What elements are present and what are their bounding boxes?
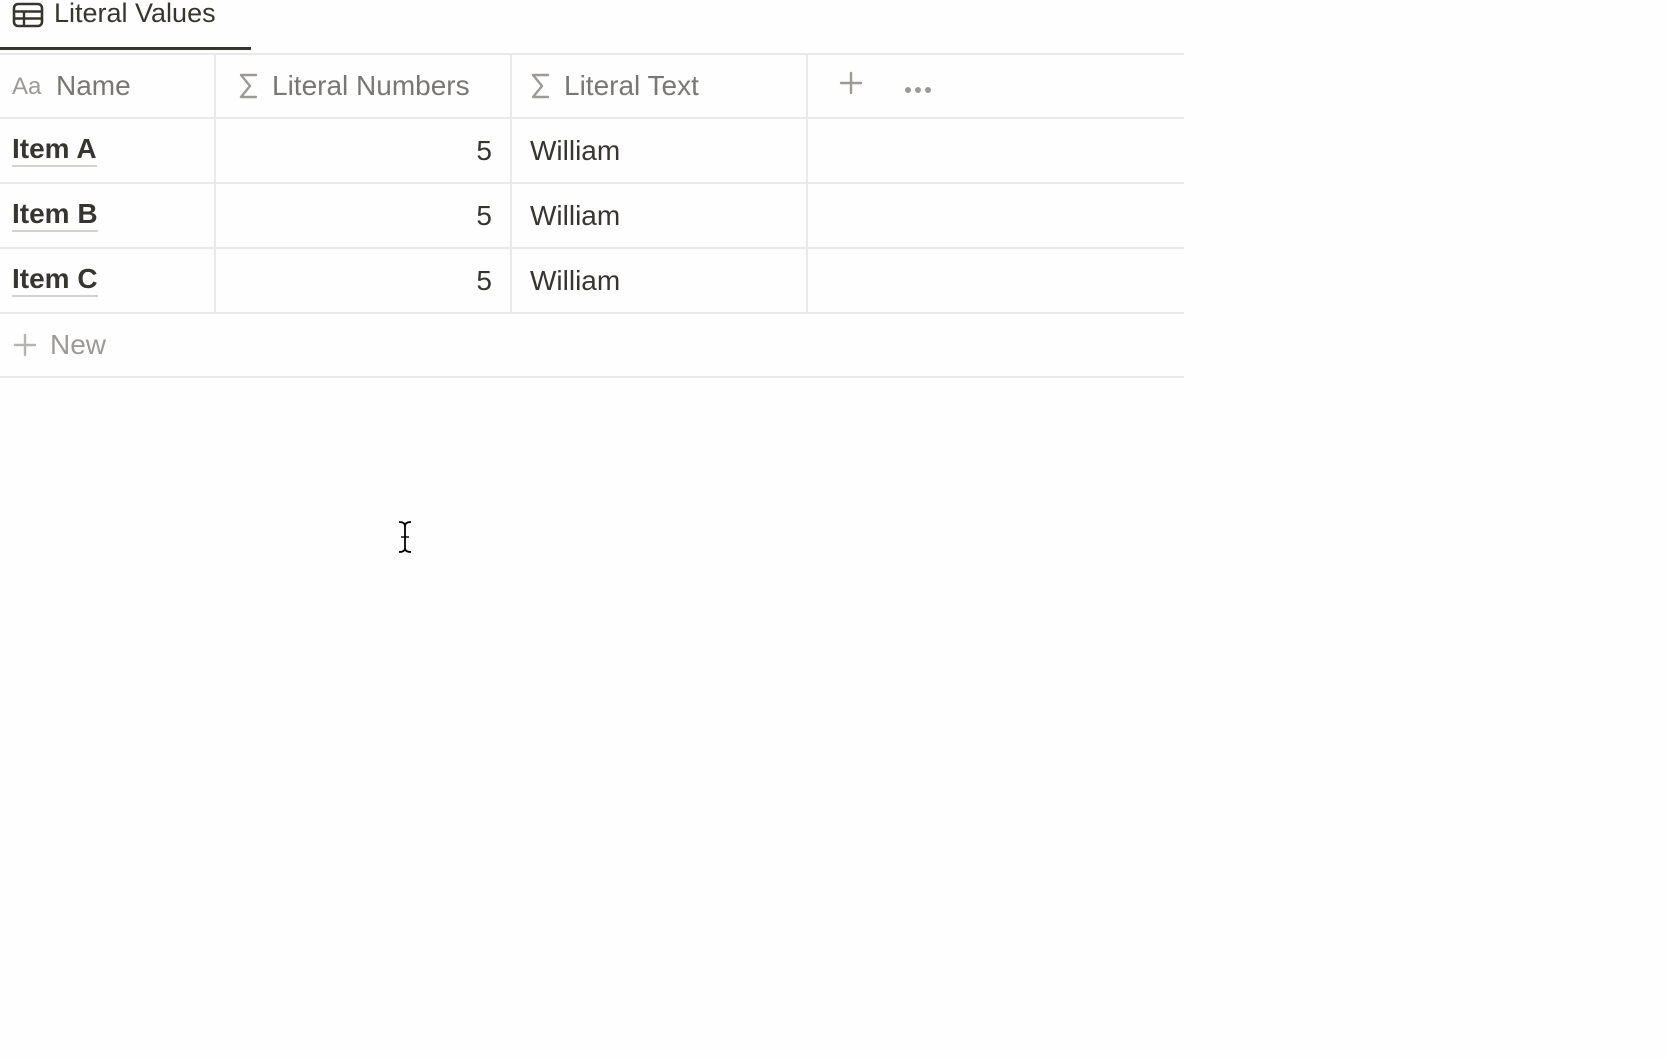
literal-text-cell[interactable]: William (512, 119, 808, 182)
literal-text-value: William (530, 134, 621, 166)
column-header-name[interactable]: Aa Name (0, 55, 216, 117)
view-tab-literal-values[interactable]: Literal Values (0, 0, 251, 50)
new-row-label: New (50, 329, 107, 360)
literal-numbers-cell[interactable]: 5 (216, 249, 512, 312)
name-cell[interactable]: Item B (0, 184, 216, 247)
column-header-label: Name (56, 70, 131, 101)
table-row[interactable]: Item A 5 William (0, 119, 1184, 184)
ellipsis-icon[interactable] (904, 70, 932, 102)
literal-number-value: 5 (476, 134, 492, 166)
literal-text-cell[interactable]: William (512, 249, 808, 312)
row-name[interactable]: Item A (12, 133, 97, 167)
text-cursor-icon (396, 520, 414, 559)
sigma-formula-icon (530, 72, 552, 100)
literal-number-value: 5 (476, 264, 492, 296)
new-row-button[interactable]: New (0, 314, 1184, 378)
empty-cell (808, 249, 1184, 312)
literal-text-cell[interactable]: William (512, 184, 808, 247)
column-header-label: Literal Numbers (272, 70, 470, 101)
plus-icon (12, 332, 38, 358)
column-header-literal-numbers[interactable]: Literal Numbers (216, 55, 512, 117)
aa-text-icon: Aa (12, 74, 44, 98)
table-header-row: Aa Name Literal Numbers Literal Text (0, 53, 1184, 119)
literal-numbers-cell[interactable]: 5 (216, 184, 512, 247)
column-header-literal-text[interactable]: Literal Text (512, 55, 808, 117)
view-tab-label: Literal Values (54, 0, 216, 28)
column-header-actions (808, 55, 1184, 117)
row-name[interactable]: Item B (12, 198, 98, 232)
literal-number-value: 5 (476, 199, 492, 231)
svg-text:Aa: Aa (12, 74, 42, 98)
name-cell[interactable]: Item C (0, 249, 216, 312)
sigma-formula-icon (238, 72, 260, 100)
literal-text-value: William (530, 264, 621, 296)
name-cell[interactable]: Item A (0, 119, 216, 182)
row-name[interactable]: Item C (12, 263, 98, 297)
table-icon (12, 1, 46, 29)
empty-cell (808, 184, 1184, 247)
table-row[interactable]: Item C 5 William (0, 249, 1184, 314)
empty-cell (808, 119, 1184, 182)
table-row[interactable]: Item B 5 William (0, 184, 1184, 249)
literal-text-value: William (530, 199, 621, 231)
database-table: Aa Name Literal Numbers Literal Text Ite… (0, 53, 1184, 378)
literal-numbers-cell[interactable]: 5 (216, 119, 512, 182)
plus-icon[interactable] (838, 70, 864, 103)
column-header-label: Literal Text (564, 70, 699, 101)
